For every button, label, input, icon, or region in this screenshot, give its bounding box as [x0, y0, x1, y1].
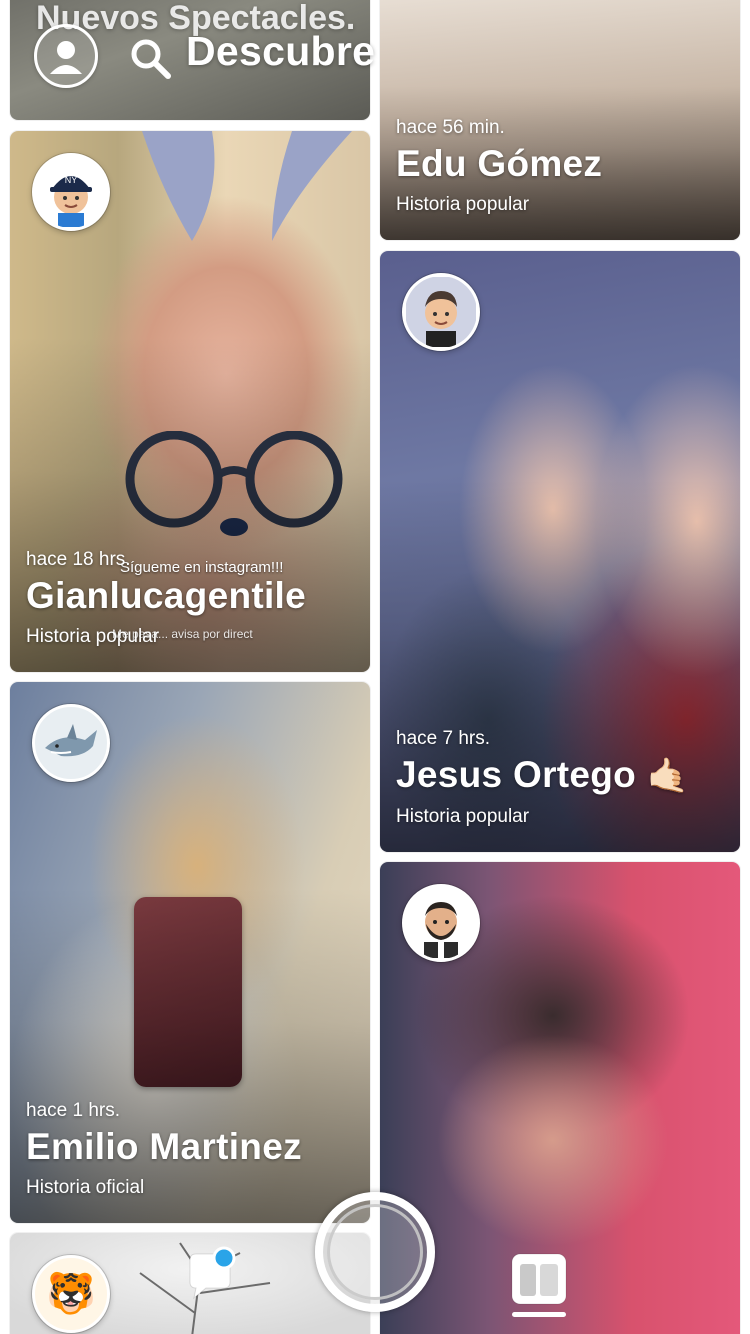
story-card-gianlucagentile[interactable]: Sígueme en instagram!!! Me pasa... avisa… [10, 131, 370, 672]
story-time: hace 1 hrs. [26, 1100, 120, 1121]
bitmoji-avatar[interactable] [402, 273, 480, 351]
bitmoji-avatar[interactable] [402, 884, 480, 962]
call-me-hand-emoji: 🤙🏻 [646, 757, 690, 795]
story-type: Historia popular [26, 626, 160, 647]
chat-icon[interactable] [186, 1246, 238, 1302]
story-name: Jesus Ortego 🤙🏻 [396, 753, 728, 798]
bitmoji-bearded-man-icon [424, 902, 458, 958]
notification-dot [212, 1246, 236, 1270]
story-card-emilio-martinez[interactable]: hace 1 hrs. Emilio Martinez Historia ofi… [10, 682, 370, 1223]
profile-silhouette-icon [50, 41, 82, 74]
story-type: Historia oficial [26, 1177, 145, 1198]
story-meta: hace 56 min. Edu Gómez Historia popular [396, 116, 728, 218]
story-type: Historia popular [396, 194, 530, 215]
capture-button[interactable] [315, 1192, 435, 1312]
tiger-icon: 🐯 [46, 1272, 96, 1316]
story-name-text: Jesus Ortego [396, 754, 637, 795]
story-time: hace 18 hrs. [26, 549, 131, 570]
tiger-avatar[interactable]: 🐯 [32, 1255, 110, 1333]
search-icon[interactable] [128, 36, 172, 80]
discover-icon[interactable] [508, 1250, 570, 1320]
svg-text:NY: NY [65, 175, 78, 185]
shark-avatar[interactable] [32, 704, 110, 782]
bitmoji-yankees-cap-icon: NY [50, 175, 92, 227]
story-name: Emilio Martinez [26, 1126, 302, 1167]
bunny-ears-icon [142, 131, 352, 241]
story-type: Historia popular [396, 806, 530, 827]
page-title: Descubre [186, 28, 376, 74]
story-name: Edu Gómez [396, 143, 603, 184]
discover-screen: Nuevos Spectacles. hace 56 min. Edu Góme… [0, 0, 750, 1334]
bitmoji-man-icon [406, 277, 476, 347]
story-meta: hace 1 hrs. Emilio Martinez Historia ofi… [26, 1099, 358, 1201]
story-time: hace 7 hrs. [396, 728, 490, 749]
story-meta: hace 18 hrs. Gianlucagentile Historia po… [26, 548, 358, 650]
story-meta: hace 7 hrs. Jesus Ortego 🤙🏻 Historia pop… [396, 727, 728, 830]
shark-icon [45, 724, 97, 757]
story-card-edu-gomez[interactable]: hace 56 min. Edu Gómez Historia popular [380, 0, 740, 240]
story-name: Gianlucagentile [26, 575, 307, 616]
story-card-jesus-ortego[interactable]: hace 7 hrs. Jesus Ortego 🤙🏻 Historia pop… [380, 251, 740, 852]
profile-button[interactable] [34, 24, 98, 88]
bitmoji-avatar[interactable]: NY [32, 153, 110, 231]
story-time: hace 56 min. [396, 117, 505, 138]
